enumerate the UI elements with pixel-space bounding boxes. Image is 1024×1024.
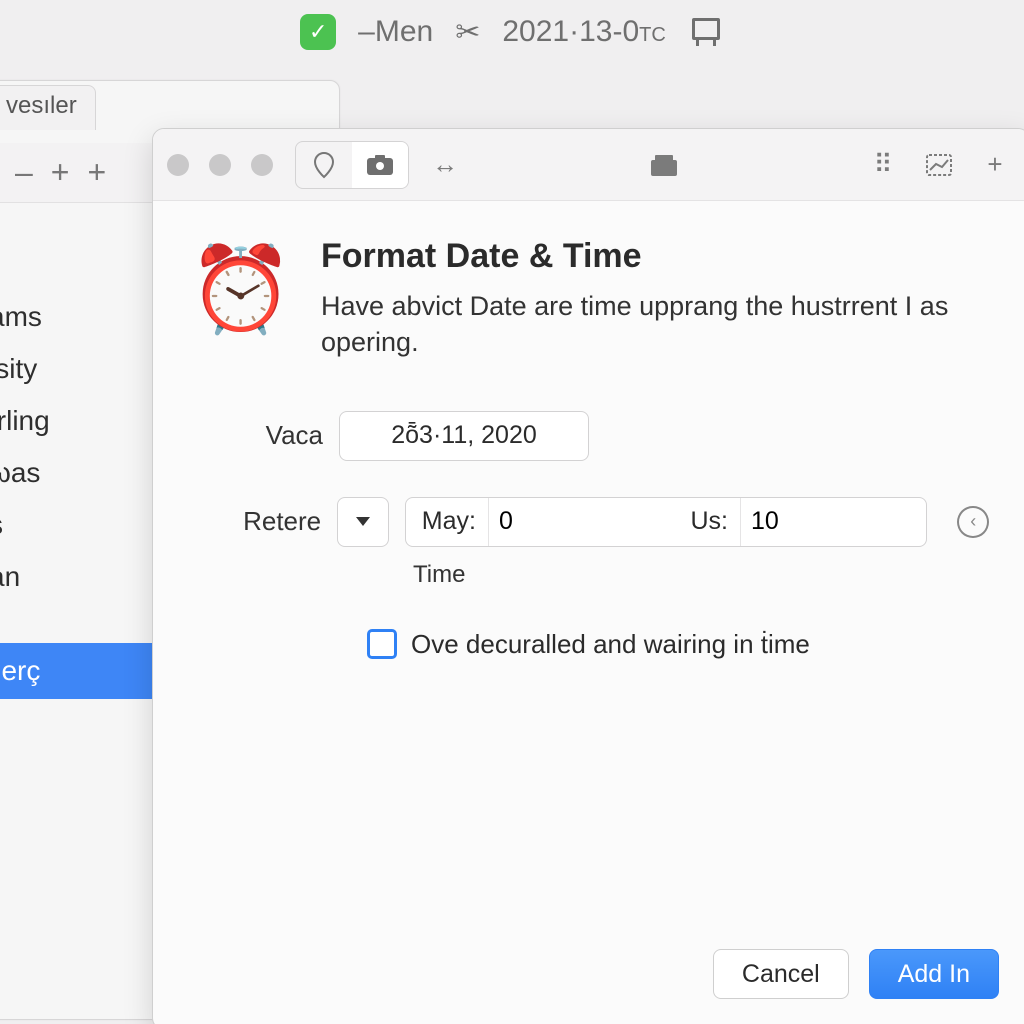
bg-tab[interactable]: vesıler (0, 85, 96, 130)
date-value: 2ȭ3·11, 2020 (391, 421, 537, 450)
us-input[interactable] (741, 507, 927, 536)
retere-label: Retere (213, 506, 321, 537)
dialog-content: ⏰ Format Date & Time Have abvict Date ar… (153, 201, 1024, 660)
decuralled-checkbox[interactable] (367, 629, 397, 659)
easel-icon (688, 14, 724, 50)
menubar: ✓ –Men ✂ 2021·13-0TC (0, 0, 1024, 64)
view-segmented-control[interactable] (295, 141, 409, 189)
scissors-icon: ✂ (455, 15, 480, 50)
zoom-icon[interactable] (251, 154, 273, 176)
library-icon[interactable] (644, 145, 684, 185)
add-in-button[interactable]: Add In (869, 949, 999, 999)
dialog-description: Have abvict Date are time upprang the hu… (321, 288, 989, 361)
plus-icon[interactable]: + (975, 145, 1015, 185)
app-badge-icon: ✓ (300, 14, 336, 50)
time-hint: Time (413, 561, 989, 589)
window-controls[interactable] (167, 154, 273, 176)
cancel-button[interactable]: Cancel (713, 949, 849, 999)
resize-horizontal-icon[interactable]: ↔ (425, 145, 465, 185)
app-name: –Men (358, 15, 433, 49)
info-icon[interactable]: ‹ (957, 506, 989, 538)
dialog-title: Format Date & Time (321, 237, 989, 276)
checkbox-label: Ove decuralled and wairing in ṫime (411, 629, 810, 660)
alarm-clock-icon: ⏰ (189, 237, 293, 341)
us-label: Us: (674, 498, 741, 546)
add-button[interactable]: + (87, 154, 106, 191)
minimize-icon[interactable] (209, 154, 231, 176)
camera-icon[interactable] (352, 142, 408, 188)
may-input[interactable] (489, 507, 675, 536)
menubar-date-code: 2021·13-0TC (502, 15, 665, 49)
may-label: May: (406, 498, 489, 546)
zoom-out-button[interactable]: – (15, 154, 33, 191)
date-field[interactable]: 2ȭ3·11, 2020 (339, 411, 589, 461)
time-compound-field: May: Us: (405, 497, 928, 547)
format-date-time-dialog: ↔ ⠿ + ⏰ Format Date & Time Have abvict D… (152, 128, 1024, 1024)
retere-dropdown[interactable] (337, 497, 389, 547)
vaca-label: Vaca (213, 420, 323, 451)
marker-icon[interactable] (296, 142, 352, 188)
dialog-buttons: Cancel Add In (713, 949, 999, 999)
close-icon[interactable] (167, 154, 189, 176)
chart-icon[interactable] (919, 145, 959, 185)
dialog-titlebar: ↔ ⠿ + (153, 129, 1024, 201)
sparkle-icon[interactable]: ⠿ (863, 145, 903, 185)
chevron-down-icon (356, 517, 370, 526)
zoom-in-button[interactable]: + (51, 154, 70, 191)
